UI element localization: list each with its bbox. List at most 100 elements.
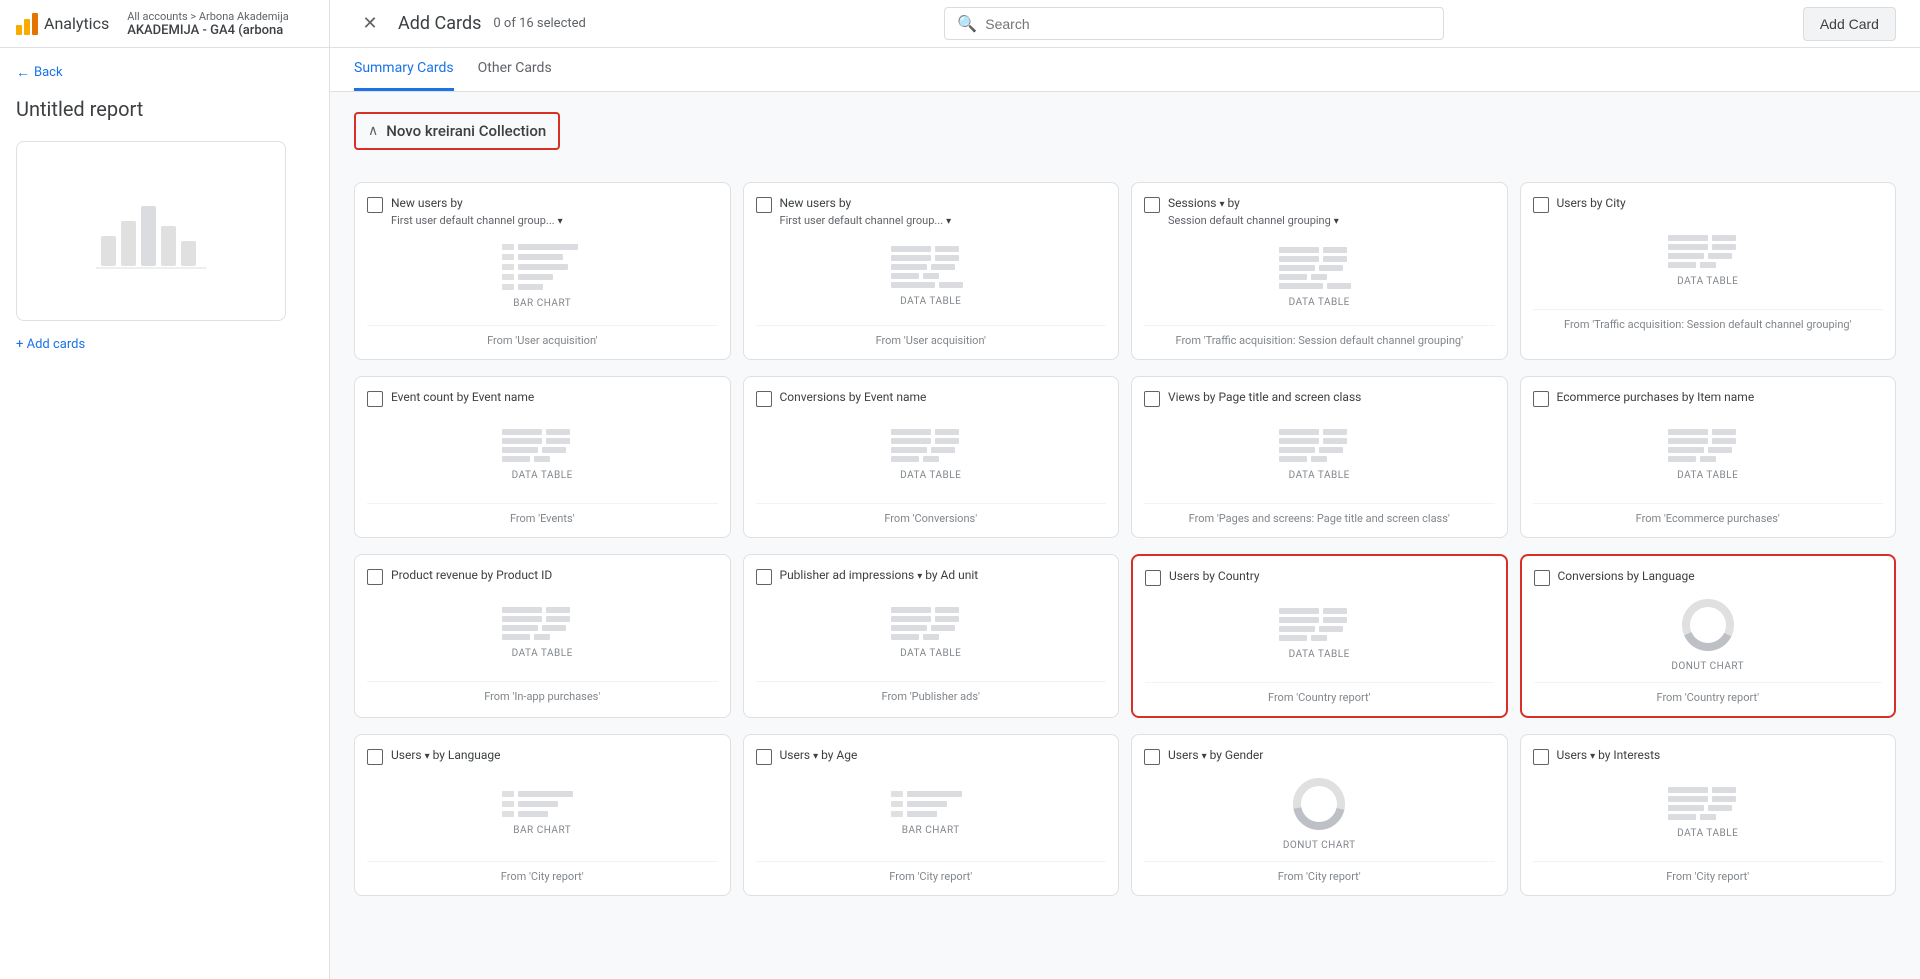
card-15-chart-type: DONUT CHART [1283, 840, 1356, 851]
card-15-title: Users ▾ by Gender [1168, 747, 1495, 764]
analytics-title: Analytics [44, 14, 109, 33]
search-box[interactable]: 🔍 [944, 7, 1444, 40]
card-ecommerce[interactable]: Ecommerce purchases by Item name DATA TA… [1520, 376, 1897, 538]
card-13-source: From 'City report' [367, 861, 718, 883]
table-preview-16 [1668, 787, 1748, 820]
logo-bar-1 [16, 25, 22, 35]
search-input[interactable] [985, 16, 1431, 32]
card-new-users-bar[interactable]: New users by First user default channel … [354, 182, 731, 360]
card-3-checkbox[interactable] [1144, 197, 1160, 213]
card-conversions-language[interactable]: Conversions by Language DONUT CHART From… [1520, 554, 1897, 718]
card-conversions-event[interactable]: Conversions by Event name DATA TABLE Fro… [743, 376, 1120, 538]
bar-chart-preview-1 [502, 244, 582, 290]
card-14-visual: BAR CHART [756, 773, 1107, 853]
card-16-checkbox[interactable] [1533, 749, 1549, 765]
card-4-checkbox[interactable] [1533, 197, 1549, 213]
sidebar-header: Analytics All accounts > Arbona Akademij… [0, 0, 329, 48]
bar-chart-preview-14 [891, 791, 971, 817]
card-6-title: Conversions by Event name [780, 389, 1107, 406]
collection-chevron-icon: ∧ [368, 123, 378, 139]
card-3-top: Sessions ▾ by Session default channel gr… [1144, 195, 1495, 229]
breadcrumb: All accounts > Arbona Akademija [127, 10, 289, 23]
card-2-title: New users by First user default channel … [780, 195, 1107, 229]
add-card-button[interactable]: Add Card [1803, 7, 1896, 41]
card-13-checkbox[interactable] [367, 749, 383, 765]
card-product-revenue[interactable]: Product revenue by Product ID DATA TABLE… [354, 554, 731, 718]
card-users-gender[interactable]: Users ▾ by Gender DONUT CHART From 'City… [1131, 734, 1508, 896]
card-4-source: From 'Traffic acquisition: Session defau… [1533, 309, 1884, 331]
card-1-source: From 'User acquisition' [367, 325, 718, 347]
card-views-page[interactable]: Views by Page title and screen class DAT… [1131, 376, 1508, 538]
card-10-checkbox[interactable] [756, 569, 772, 585]
cards-row-1: New users by First user default channel … [354, 182, 1896, 360]
card-11-checkbox[interactable] [1145, 570, 1161, 586]
card-12-chart-type: DONUT CHART [1671, 661, 1744, 672]
card-12-source: From 'Country report' [1534, 682, 1883, 704]
close-button[interactable]: ✕ [354, 8, 386, 40]
card-new-users-table[interactable]: New users by First user default channel … [743, 182, 1120, 360]
tab-other-cards[interactable]: Other Cards [478, 48, 552, 91]
card-users-age[interactable]: Users ▾ by Age BAR CHART From 'City repo… [743, 734, 1120, 896]
panel-header: ✕ Add Cards 0 of 16 selected 🔍 Add Card [330, 0, 1920, 48]
tabs: Summary Cards Other Cards [330, 48, 1920, 92]
card-1-top: New users by First user default channel … [367, 195, 718, 229]
card-9-checkbox[interactable] [367, 569, 383, 585]
card-11-title: Users by Country [1169, 568, 1494, 585]
card-8-checkbox[interactable] [1533, 391, 1549, 407]
card-6-chart-type: DATA TABLE [900, 470, 961, 481]
sidebar-content: ← Back Untitled report + Add cards [0, 48, 329, 979]
card-5-chart-type: DATA TABLE [512, 470, 573, 481]
analytics-logo: Analytics [16, 13, 109, 35]
card-6-checkbox[interactable] [756, 391, 772, 407]
card-10-title: Publisher ad impressions ▾ by Ad unit [780, 567, 1107, 584]
card-8-top: Ecommerce purchases by Item name [1533, 389, 1884, 407]
card-15-checkbox[interactable] [1144, 749, 1160, 765]
card-users-language[interactable]: Users ▾ by Language BAR CHART From 'City… [354, 734, 731, 896]
donut-chart-preview-12 [1680, 597, 1736, 653]
card-13-chart-type: BAR CHART [513, 825, 571, 836]
card-7-title: Views by Page title and screen class [1168, 389, 1495, 406]
card-9-source: From 'In-app purchases' [367, 681, 718, 703]
card-users-city[interactable]: Users by City DATA TABLE From 'Traffic a… [1520, 182, 1897, 360]
card-7-checkbox[interactable] [1144, 391, 1160, 407]
card-2-chart-type: DATA TABLE [900, 296, 961, 307]
card-13-visual: BAR CHART [367, 773, 718, 853]
card-15-visual: DONUT CHART [1144, 773, 1495, 853]
card-16-visual: DATA TABLE [1533, 773, 1884, 853]
card-2-visual: DATA TABLE [756, 237, 1107, 317]
card-1-title: New users by First user default channel … [391, 195, 718, 229]
logo-icon [16, 13, 38, 35]
card-14-checkbox[interactable] [756, 749, 772, 765]
card-5-checkbox[interactable] [367, 391, 383, 407]
card-2-source: From 'User acquisition' [756, 325, 1107, 347]
card-11-source: From 'Country report' [1145, 682, 1494, 704]
card-sessions-table[interactable]: Sessions ▾ by Session default channel gr… [1131, 182, 1508, 360]
panel-header-left: ✕ Add Cards 0 of 16 selected [354, 8, 586, 40]
add-cards-link[interactable]: + Add cards [16, 337, 313, 352]
tab-summary-cards[interactable]: Summary Cards [354, 48, 454, 91]
card-9-visual: DATA TABLE [367, 593, 718, 673]
card-event-count[interactable]: Event count by Event name DATA TABLE Fro… [354, 376, 731, 538]
card-14-source: From 'City report' [756, 861, 1107, 883]
card-users-interests[interactable]: Users ▾ by Interests DATA TABLE From 'Ci… [1520, 734, 1897, 896]
cards-row-4: Users ▾ by Language BAR CHART From 'City… [354, 734, 1896, 896]
table-preview-2 [891, 246, 971, 288]
card-users-country[interactable]: Users by Country DATA TABLE From 'Countr… [1131, 554, 1508, 718]
card-1-checkbox[interactable] [367, 197, 383, 213]
card-16-source: From 'City report' [1533, 861, 1884, 883]
collection-header[interactable]: ∧ Novo kreirani Collection [354, 112, 560, 150]
collection-name: Novo kreirani Collection [386, 122, 546, 140]
card-12-checkbox[interactable] [1534, 570, 1550, 586]
main-panel: ✕ Add Cards 0 of 16 selected 🔍 Add Card … [330, 0, 1920, 979]
report-preview [16, 141, 286, 321]
card-4-visual: DATA TABLE [1533, 221, 1884, 301]
card-3-source: From 'Traffic acquisition: Session defau… [1144, 325, 1495, 347]
account-name: AKADEMIJA - GA4 (arbona [127, 23, 289, 38]
panel-body: ∧ Novo kreirani Collection New users by … [330, 92, 1920, 979]
card-12-top: Conversions by Language [1534, 568, 1883, 586]
bar-chart-preview-13 [502, 791, 582, 817]
card-2-checkbox[interactable] [756, 197, 772, 213]
card-publisher-ad[interactable]: Publisher ad impressions ▾ by Ad unit DA… [743, 554, 1120, 718]
back-link[interactable]: ← Back [16, 64, 313, 81]
logo-bar-2 [24, 19, 30, 35]
